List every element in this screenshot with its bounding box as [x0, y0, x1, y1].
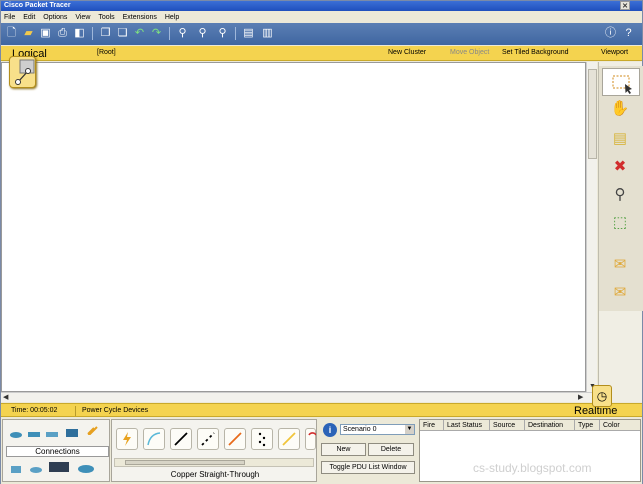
serial-dce-cable-icon[interactable] [305, 428, 317, 450]
scroll-left-arrow-icon[interactable]: ◀ [3, 393, 8, 402]
watermark: cs-study.blogspot.com [473, 461, 592, 475]
console-cable-icon[interactable] [143, 428, 165, 450]
menu-options[interactable]: Options [40, 12, 70, 23]
zoom-out-icon[interactable]: ⚲ [215, 26, 230, 41]
column-fire[interactable]: Fire [420, 420, 444, 431]
delete-icon[interactable]: ✖ [609, 156, 631, 178]
redo-icon[interactable]: ↷ [149, 26, 164, 41]
toggle-pdu-list-button[interactable]: Toggle PDU List Window [321, 461, 415, 474]
menu-view[interactable]: View [72, 12, 93, 23]
power-cycle-devices-button[interactable]: Power Cycle Devices [82, 407, 148, 414]
menu-bar: File Edit Options View Tools Extensions … [1, 12, 642, 23]
viewport-button[interactable]: Viewport [601, 49, 628, 56]
main-toolbar: 🗋 ▰ ▣ ⎙ ◧ ❐ ❏ ↶ ↷ ⚲ ⚲ ⚲ ▤ ▥ ⓘ ? [1, 23, 642, 45]
common-tools-bar: ✋ ▤ ✖ ⚲ ⬚ ✉ ✉ [598, 62, 643, 402]
hand-move-icon[interactable]: ✋ [609, 98, 631, 120]
status-separator [75, 406, 76, 416]
paste-icon[interactable]: ❏ [115, 26, 130, 41]
close-icon[interactable]: ✕ [620, 1, 630, 10]
select-tool[interactable] [602, 68, 640, 96]
hubs-icon[interactable] [45, 429, 59, 439]
realtime-clock-icon[interactable]: ◷ [592, 385, 612, 407]
column-type[interactable]: Type [575, 420, 600, 431]
activity-wizard-icon[interactable]: ◧ [72, 26, 87, 41]
menu-extensions[interactable]: Extensions [120, 12, 160, 23]
menu-file[interactable]: File [1, 12, 18, 23]
scenario-selected-value: Scenario 0 [343, 426, 377, 433]
logical-view-icon[interactable] [9, 56, 36, 88]
copper-straight-through-icon[interactable] [170, 428, 192, 450]
drawing-palette-icon[interactable]: ▤ [241, 26, 256, 41]
menu-tools[interactable]: Tools [95, 12, 117, 23]
column-source[interactable]: Source [490, 420, 525, 431]
new-scenario-button[interactable]: New [321, 443, 366, 456]
device-categories: Connections [2, 419, 110, 482]
custom-devices-icon[interactable]: ▥ [260, 26, 275, 41]
packet-tracer-window: Cisco Packet Tracer ✕ File Edit Options … [0, 0, 643, 484]
save-icon[interactable]: ▣ [38, 26, 53, 41]
automatic-connection-icon[interactable] [116, 428, 138, 450]
open-folder-icon[interactable]: ▰ [21, 26, 36, 41]
vertical-scrollbar[interactable]: ▼ [586, 62, 597, 392]
device-category-label: Connections [6, 446, 109, 457]
column-color[interactable]: Color [600, 420, 640, 431]
copy-icon[interactable]: ❐ [98, 26, 113, 41]
add-complex-pdu-icon[interactable]: ✉ [609, 282, 631, 304]
multiuser-connection-icon[interactable] [77, 463, 95, 475]
toolbar-separator [169, 27, 170, 40]
selected-cable-name: Copper Straight-Through [170, 470, 260, 479]
menu-help[interactable]: Help [162, 12, 182, 23]
connections-icon[interactable] [85, 425, 99, 435]
set-tiled-background-button[interactable]: Set Tiled Background [502, 49, 569, 56]
scenario-select[interactable]: Scenario 0 ▼ [340, 424, 415, 435]
root-breadcrumb[interactable]: [Root] [97, 49, 116, 56]
custom-made-devices-icon[interactable] [47, 460, 71, 474]
coaxial-cable-icon[interactable] [278, 428, 300, 450]
move-object-button: Move Object [450, 49, 490, 56]
help-icon[interactable]: ? [621, 26, 636, 41]
window-title: Cisco Packet Tracer [4, 2, 71, 9]
end-devices-icon[interactable] [9, 465, 23, 475]
fiber-cable-icon[interactable] [224, 428, 246, 450]
status-bar: Time: 00:05:02 Power Cycle Devices Realt… [1, 403, 642, 417]
pdu-table-header: Fire Last Status Source Destination Type… [420, 420, 640, 431]
column-last-status[interactable]: Last Status [444, 420, 490, 431]
zoom-reset-icon[interactable]: ⚲ [195, 26, 210, 41]
inspect-icon[interactable]: ⚲ [609, 184, 631, 206]
cable-scrollbar[interactable] [114, 458, 314, 467]
phone-cable-icon[interactable] [251, 428, 273, 450]
zoom-in-icon[interactable]: ⚲ [175, 26, 190, 41]
note-icon[interactable]: ▤ [609, 128, 631, 150]
toolbar-separator [92, 27, 93, 40]
horizontal-scrollbar[interactable]: ◀ ▶ [1, 392, 597, 402]
info-icon[interactable]: ⓘ [603, 26, 618, 41]
undo-icon[interactable]: ↶ [132, 26, 147, 41]
toolbar-separator [235, 27, 236, 40]
scenario-panel: i Scenario 0 ▼ New Delete Toggle PDU Lis… [318, 419, 418, 482]
workspace-bar: Logical [Root] New Cluster Move Object S… [1, 46, 642, 61]
add-simple-pdu-icon[interactable]: ✉ [609, 254, 631, 276]
cable-selector: Copper Straight-Through [111, 419, 317, 482]
time-readout: Time: 00:05:02 [11, 407, 58, 414]
routers-icon[interactable] [9, 429, 23, 439]
delete-scenario-button[interactable]: Delete [368, 443, 414, 456]
print-icon[interactable]: ⎙ [55, 26, 70, 41]
chevron-down-icon[interactable]: ▼ [405, 425, 414, 434]
switches-icon[interactable] [27, 429, 41, 439]
column-destination[interactable]: Destination [525, 420, 575, 431]
wan-emulation-icon[interactable] [29, 465, 43, 475]
resize-shape-icon[interactable]: ⬚ [609, 212, 631, 234]
menu-edit[interactable]: Edit [20, 12, 38, 23]
copper-cross-over-icon[interactable] [197, 428, 219, 450]
logical-workspace-canvas[interactable] [1, 62, 586, 392]
wireless-devices-icon[interactable] [65, 427, 79, 437]
scenario-info-icon[interactable]: i [323, 423, 337, 437]
new-file-icon[interactable]: 🗋 [4, 26, 19, 41]
new-cluster-button[interactable]: New Cluster [388, 49, 426, 56]
scroll-right-arrow-icon[interactable]: ▶ [578, 393, 583, 402]
cable-scroll-thumb[interactable] [125, 460, 245, 465]
title-bar: Cisco Packet Tracer ✕ [1, 1, 642, 11]
vertical-scroll-thumb[interactable] [588, 69, 597, 159]
